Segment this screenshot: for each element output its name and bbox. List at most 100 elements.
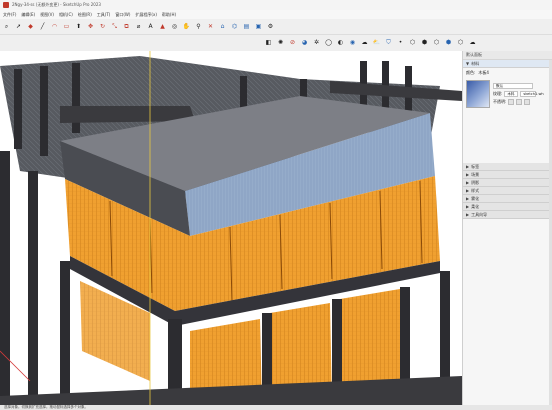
circle-icon[interactable]: ◯: [324, 39, 333, 48]
panel-label: 阴影: [471, 179, 480, 185]
zoom-icon[interactable]: ⚲: [194, 22, 203, 31]
extension-warehouse-icon[interactable]: ⌬: [230, 22, 239, 31]
title-bar: 2Ngy-34-ss (无额外变更) - SketchUp Pro 2023: [0, 0, 552, 10]
paint-bucket-icon[interactable]: ▲: [158, 22, 167, 31]
component-icon[interactable]: ▣: [254, 22, 263, 31]
default-tray: 默认面板 ▼ 材料 颜色: 木板4 默认 纹理: 木料 sketch1.wh 不…: [462, 51, 552, 405]
panel-label: 标签: [471, 163, 480, 169]
menu-camera[interactable]: 相机(C): [59, 12, 73, 18]
panel-soften[interactable]: ▶ 柔化: [463, 203, 550, 211]
sketchup-logo-icon: [3, 2, 9, 8]
layout-icon[interactable]: ▤: [242, 22, 251, 31]
offset-icon[interactable]: ⧉: [122, 22, 131, 31]
collapsed-panels: ▶ 标签 ▶ 场景 ▶ 阴影 ▶ 样式 ▶ 雾化 ▶ 柔化 ▶ 工具向导: [463, 163, 550, 219]
menu-draw[interactable]: 绘图(R): [78, 12, 92, 18]
3d-viewport[interactable]: [0, 51, 462, 405]
rectangle-icon[interactable]: ▭: [62, 22, 71, 31]
stamp-icon[interactable]: ⛉: [384, 39, 393, 48]
expand-arrow-icon: ▶: [466, 172, 470, 177]
rotate-icon[interactable]: ↻: [98, 22, 107, 31]
material-name-label: 颜色:: [466, 70, 476, 75]
material-name-value[interactable]: 木板4: [478, 70, 489, 76]
cloud-up-icon[interactable]: ⛅: [372, 39, 381, 48]
lower-column: [440, 271, 450, 381]
panel-tags[interactable]: ▶ 标签: [463, 163, 550, 171]
panel-fog[interactable]: ▶ 雾化: [463, 195, 550, 203]
expand-arrow-icon: ▶: [466, 164, 470, 169]
menu-extensions[interactable]: 扩展程序(x): [135, 12, 157, 18]
edit-button[interactable]: [516, 99, 523, 105]
orbit-icon[interactable]: ◎: [170, 22, 179, 31]
material-preview-row: 默认 纹理: 木料 sketch1.wh 不透明:: [463, 78, 552, 110]
zoom-extents-icon[interactable]: ✕: [206, 22, 215, 31]
panel-label: 柔化: [471, 203, 480, 209]
expand-arrow-icon: ▶: [466, 180, 470, 185]
settings-icon[interactable]: ⚙: [266, 22, 275, 31]
toolbar-spacer: [0, 35, 262, 51]
no-entry-icon[interactable]: ⊘: [288, 39, 297, 48]
model-canvas[interactable]: [0, 51, 462, 405]
opacity-label: 不透明:: [493, 99, 507, 104]
status-text: 选择对象。切换到扩充选择。拖动鼠标选择多个对象。: [4, 405, 88, 409]
texture-field[interactable]: 木料: [504, 91, 519, 97]
tray-title: 默认面板: [463, 51, 552, 60]
panel-shadows[interactable]: ▶ 阴影: [463, 179, 550, 187]
upper-column: [40, 66, 48, 156]
panel-label: 场景: [471, 171, 480, 177]
move-icon[interactable]: ✥: [86, 22, 95, 31]
menu-help[interactable]: 帮助(H): [162, 12, 176, 18]
select-icon[interactable]: ➚: [14, 22, 23, 31]
view-right-icon[interactable]: ⬡: [432, 39, 441, 48]
dot-icon[interactable]: •: [396, 39, 405, 48]
texture-file-field[interactable]: sketch1.wh: [520, 91, 544, 97]
arc-icon[interactable]: ◠: [50, 22, 59, 31]
menu-file[interactable]: 文件(F): [3, 12, 16, 18]
eraser-icon[interactable]: ◆: [26, 22, 35, 31]
expand-arrow-icon: ▶: [466, 188, 470, 193]
text-icon[interactable]: A: [146, 22, 155, 31]
expand-arrow-icon: ▶: [466, 196, 470, 201]
tape-measure-icon[interactable]: ⌀: [134, 22, 143, 31]
view-left-icon[interactable]: ⬡: [456, 39, 465, 48]
push-pull-icon[interactable]: ⬆: [74, 22, 83, 31]
collapse-arrow-icon: ▼: [466, 61, 470, 66]
warehouse-icon[interactable]: ⌂: [218, 22, 227, 31]
panel-scenes[interactable]: ▶ 场景: [463, 171, 550, 179]
cloud-icon[interactable]: ☁: [360, 39, 369, 48]
browse-button[interactable]: [508, 99, 515, 105]
material-default-field[interactable]: 默认: [493, 83, 533, 89]
style-icon[interactable]: ✲: [312, 39, 321, 48]
menu-view[interactable]: 视图(V): [40, 12, 54, 18]
shadow-icon[interactable]: ◕: [300, 39, 309, 48]
panel-styles[interactable]: ▶ 样式: [463, 187, 550, 195]
upper-column: [14, 69, 22, 149]
lower-column: [60, 261, 70, 401]
view-back-icon[interactable]: ⬢: [444, 39, 453, 48]
menu-edit[interactable]: 编辑(E): [21, 12, 35, 18]
material-swatch[interactable]: [466, 80, 490, 108]
secondary-toolbar: ◧ ✺ ⊘ ◕ ✲ ◯ ◐ ◉ ☁ ⛅ ⛉ • ⬡ ⬢ ⬡ ⬢ ⬡ ☁: [262, 35, 552, 51]
materials-header-label: 材料: [471, 60, 480, 66]
half-circle-icon[interactable]: ◐: [336, 39, 345, 48]
section-plane-icon[interactable]: ◧: [264, 39, 273, 48]
search-icon[interactable]: ⌕: [2, 22, 11, 31]
pan-icon[interactable]: ✋: [182, 22, 191, 31]
menu-window[interactable]: 窗口(W): [115, 12, 130, 18]
view-front-icon[interactable]: ⬢: [420, 39, 429, 48]
sample-button[interactable]: [524, 99, 531, 105]
scale-icon[interactable]: ⤡: [110, 22, 119, 31]
lower-column: [28, 171, 38, 396]
expand-arrow-icon: ▶: [466, 212, 470, 217]
texture-label: 纹理:: [493, 91, 503, 96]
menu-bar: 文件(F) 编辑(E) 视图(V) 相机(C) 绘图(R) 工具(T) 窗口(W…: [0, 10, 552, 19]
line-icon[interactable]: ╱: [38, 22, 47, 31]
view-top-icon[interactable]: ⬡: [408, 39, 417, 48]
menu-tools[interactable]: 工具(T): [97, 12, 111, 18]
panel-instructor[interactable]: ▶ 工具向导: [463, 211, 550, 219]
materials-panel-header[interactable]: ▼ 材料: [463, 60, 552, 68]
panel-label: 样式: [471, 187, 480, 193]
drop-icon[interactable]: ◉: [348, 39, 357, 48]
view-iso-icon[interactable]: ☁: [468, 39, 477, 48]
window-title: 2Ngy-34-ss (无额外变更) - SketchUp Pro 2023: [12, 2, 101, 7]
sun-icon[interactable]: ✺: [276, 39, 285, 48]
